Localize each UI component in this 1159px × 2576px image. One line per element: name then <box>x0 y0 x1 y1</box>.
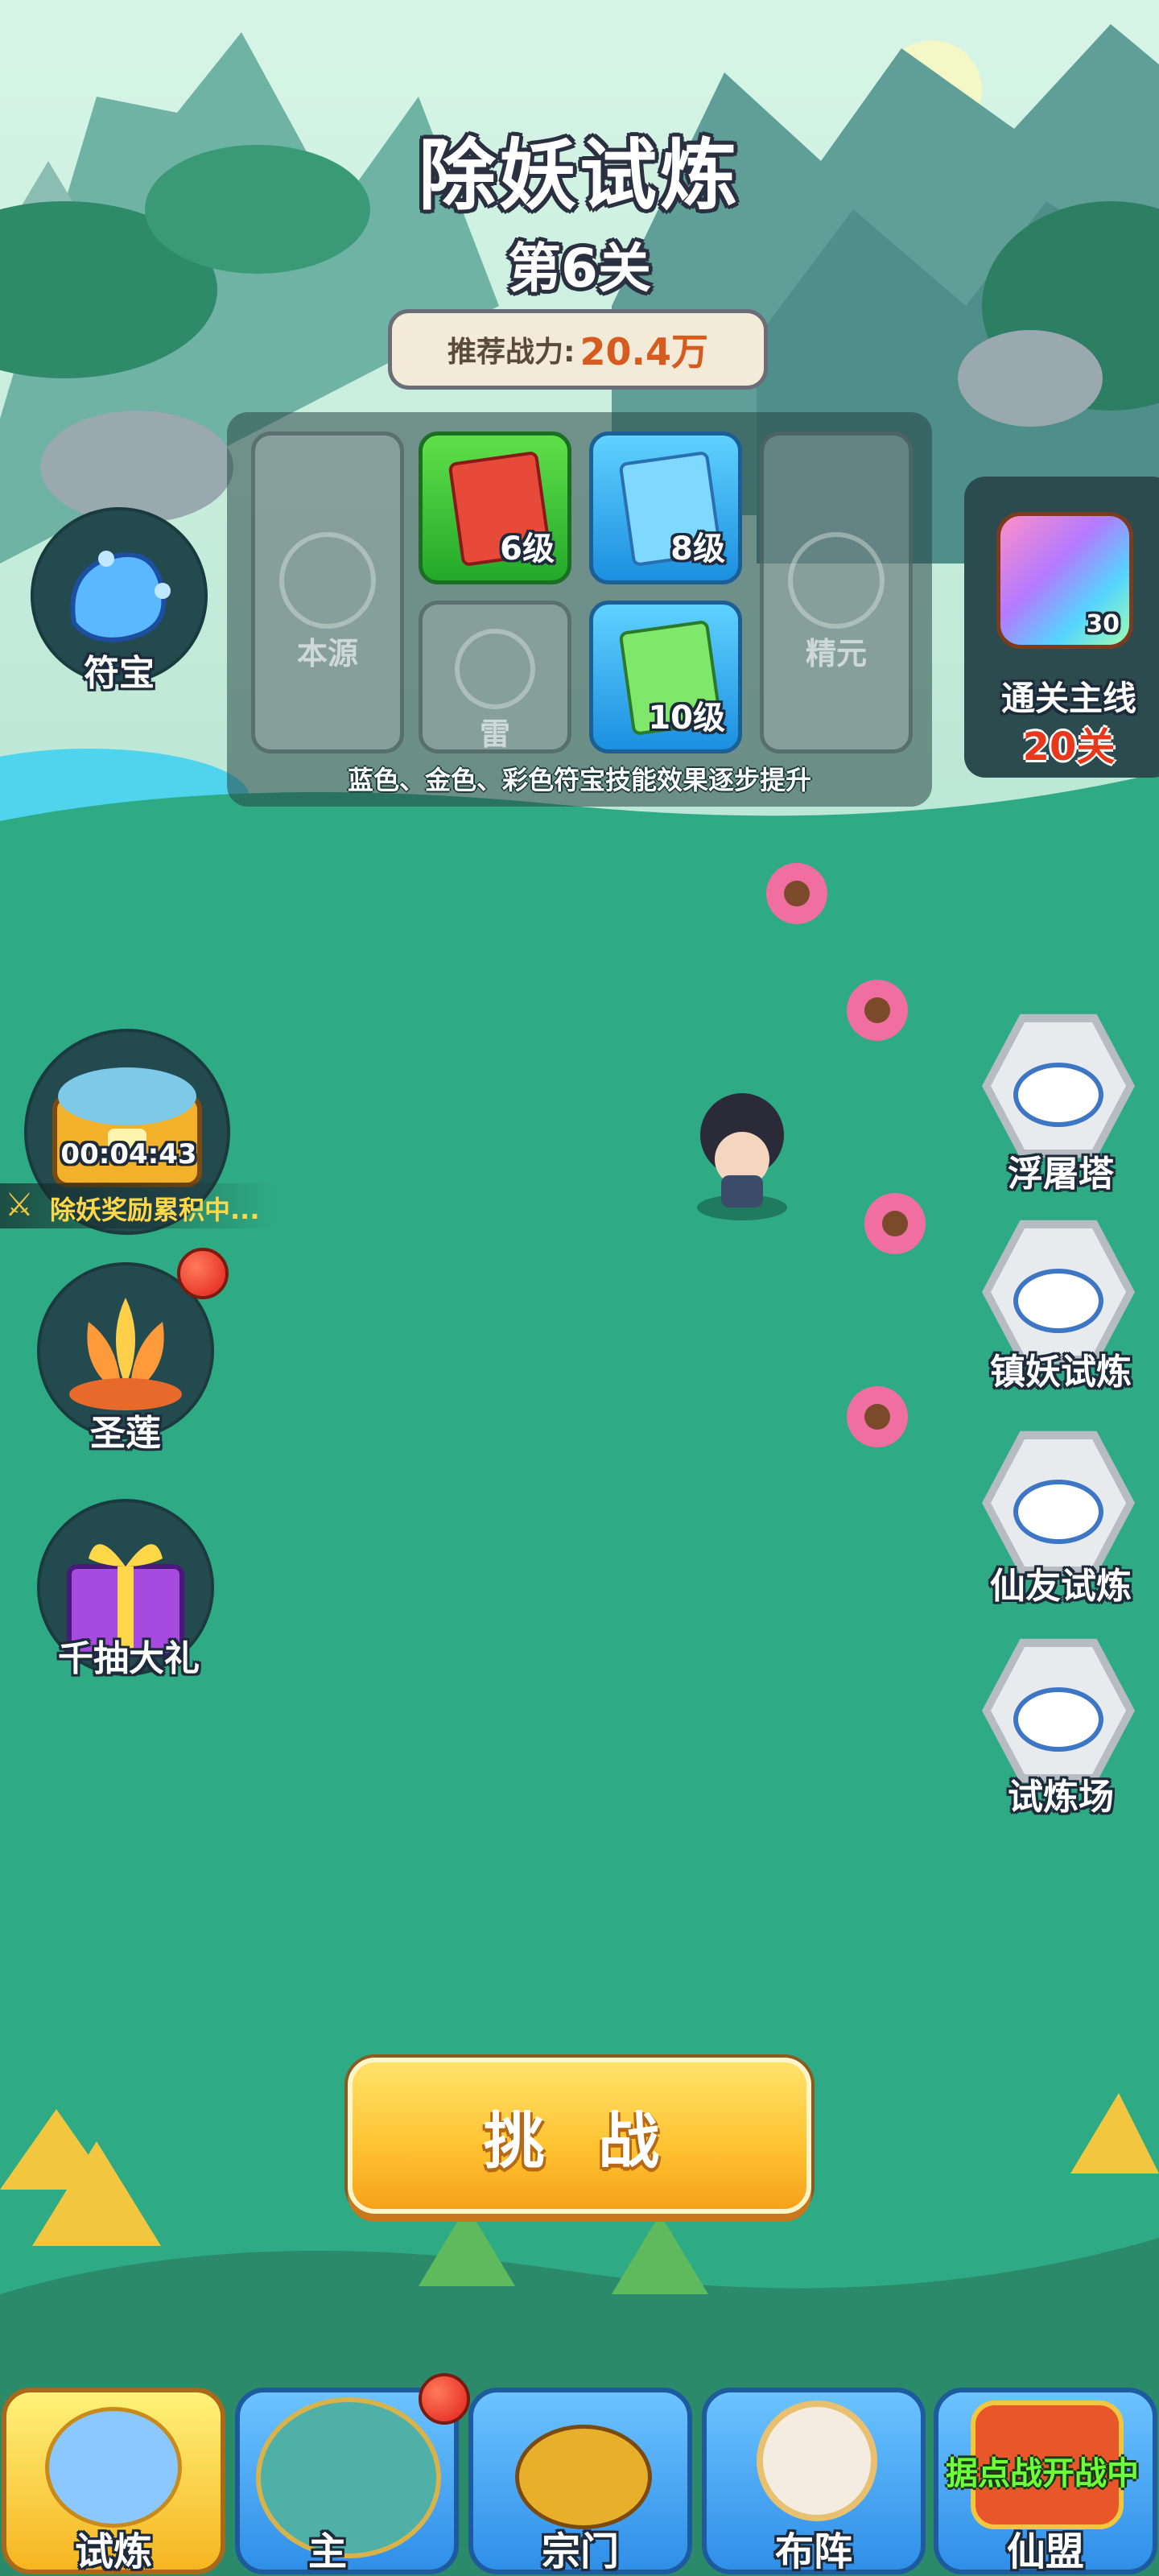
gift-label: 千抽大礼 <box>58 1638 200 1679</box>
tab-label: 试炼 <box>74 2529 152 2574</box>
tab-label: 主 <box>307 2529 347 2574</box>
chest-timer: 00:04:43 <box>60 1138 197 1170</box>
yin-yang-icon <box>757 2401 877 2521</box>
treasure-label: 符宝 <box>84 653 155 694</box>
talisman-slot-thunder[interactable]: 雷 <box>419 601 571 753</box>
sword-icon: ⚔ <box>5 1187 34 1224</box>
notification-dot <box>419 2373 470 2425</box>
lotus-label: 圣莲 <box>90 1413 161 1454</box>
talisman-level: 10级 <box>648 700 725 737</box>
mode-label: 浮屠塔 <box>1008 1154 1114 1195</box>
notification-dot <box>177 1248 229 1299</box>
lock-icon <box>1013 1480 1103 1544</box>
recommended-power-box: 推荐战力: 20.4万 <box>388 309 768 390</box>
tab-label: 仙盟 <box>1006 2529 1084 2574</box>
slot-label: 精元 <box>805 636 867 671</box>
spirit-fruit-icon: 30 <box>996 512 1133 649</box>
stage-number: 第6关 <box>508 237 651 299</box>
talisman-slot-poison[interactable]: 10级 <box>589 601 742 753</box>
power-label: 推荐战力: <box>448 336 575 369</box>
talisman-slot-essence[interactable]: 精元 <box>760 431 913 753</box>
slot-label: 本源 <box>296 636 358 671</box>
arena-button[interactable] <box>982 1634 1135 1787</box>
mode-label: 镇妖试炼 <box>990 1352 1132 1393</box>
mainline-label: 通关主线 <box>1000 679 1136 718</box>
shrine-icon <box>45 2407 182 2528</box>
reward-status-text: 除妖奖励累积中... <box>50 1195 260 1225</box>
thunder-emblem-icon <box>455 629 535 709</box>
talisman-level: 8级 <box>670 530 725 568</box>
tab-label: 宗门 <box>541 2529 619 2574</box>
censer-icon <box>515 2425 652 2529</box>
lock-icon <box>1013 1063 1103 1127</box>
talisman-slot-wind[interactable]: 8级 <box>589 431 742 584</box>
reward-status-bar: ⚔ 除妖奖励累积中... <box>0 1183 274 1228</box>
flame-emblem-icon <box>788 532 885 629</box>
mode-label: 试炼场 <box>1008 1777 1114 1818</box>
alliance-banner-text: 据点战开战中 <box>946 2455 1139 2492</box>
lock-icon <box>1013 1687 1103 1752</box>
mainline-stages: 20关 <box>1022 724 1116 770</box>
page-title: 除妖试炼 <box>419 130 740 221</box>
origin-emblem-icon <box>279 532 376 629</box>
challenge-button[interactable]: 挑 战 <box>348 2058 811 2214</box>
talisman-slot-origin[interactable]: 本源 <box>251 431 404 753</box>
tab-label: 布阵 <box>774 2529 852 2574</box>
lock-icon <box>1013 1269 1103 1333</box>
talisman-level: 6级 <box>500 530 555 568</box>
power-value: 20.4万 <box>580 330 708 374</box>
fruit-count: 30 <box>1086 610 1120 638</box>
pagoda-tower-button[interactable] <box>982 1009 1135 1162</box>
talisman-slot-fire[interactable]: 6级 <box>419 431 571 584</box>
mode-label: 仙友试炼 <box>990 1566 1132 1607</box>
slot-label: 雷 <box>479 716 510 752</box>
